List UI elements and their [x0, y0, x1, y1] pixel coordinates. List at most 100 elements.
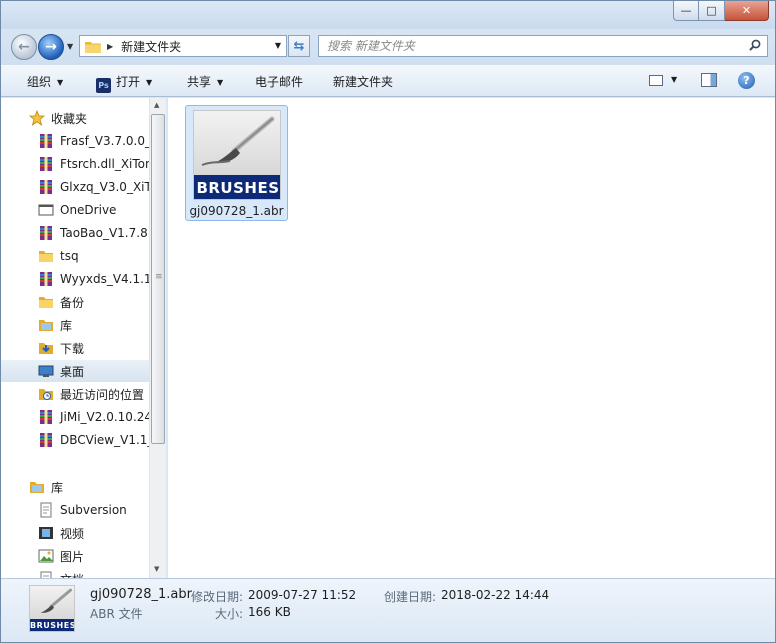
sidebar-item-12[interactable]: JiMi_V2.0.10.24_	[1, 406, 149, 428]
brushes-file-thumbnail: BRUSHES	[193, 110, 281, 200]
picture-icon	[38, 548, 54, 564]
sidebar-item-1[interactable]: Ftsrch.dll_XiTon	[1, 153, 149, 175]
address-bar[interactable]: ▶ 新建文件夹 ▼	[79, 35, 287, 57]
open-menu[interactable]: Ps 打开 ▼	[96, 73, 152, 93]
library-doc-icon	[38, 502, 54, 518]
folder-icon	[85, 41, 101, 53]
library-icon	[29, 479, 45, 495]
sidebar-item-2[interactable]: Glxzq_V3.0_XiTo	[1, 176, 149, 198]
window-controls: — □ ✕	[673, 1, 769, 21]
sidebar-item-label: 文档	[60, 571, 84, 579]
modified-date-value: 2009-07-27 11:52	[248, 588, 357, 602]
open-label: 打开	[116, 75, 141, 89]
new-folder-button[interactable]: 新建文件夹	[333, 73, 393, 90]
breadcrumb-current[interactable]: 新建文件夹	[121, 38, 181, 55]
photoshop-icon: Ps	[96, 78, 111, 93]
sidebar-item-4[interactable]: TaoBao_V1.7.8.	[1, 222, 149, 244]
sidebar-item-label: 备份	[60, 295, 85, 310]
sidebar-item-3[interactable]: OneDrive	[1, 199, 149, 221]
sidebar-item-label: OneDrive	[60, 203, 117, 217]
library-icon	[38, 317, 54, 333]
sidebar-item-label: Subversion	[60, 503, 127, 517]
window-icon	[38, 202, 54, 218]
share-menu[interactable]: 共享 ▼	[187, 73, 223, 90]
sidebar-item-9[interactable]: 下载	[1, 337, 149, 359]
sidebar-item-10[interactable]: 桌面	[1, 360, 149, 382]
minimize-button[interactable]: —	[673, 1, 699, 21]
recent-pages-dropdown-icon[interactable]: ▼	[67, 42, 73, 51]
sidebar-item-label: DBCView_V1.1_	[60, 433, 149, 447]
video-icon	[38, 525, 54, 541]
chevron-down-icon: ▼	[146, 78, 153, 87]
scroll-up-arrow-icon[interactable]: ▲	[154, 101, 159, 109]
thumbnail-banner-text: BRUSHES	[194, 175, 280, 199]
change-view-icon[interactable]	[649, 75, 663, 86]
sidebar-item-label: tsq	[60, 249, 79, 263]
sidebar-library-0[interactable]: Subversion	[1, 499, 149, 521]
file-name-label[interactable]: gj090728_1.abr	[186, 204, 287, 218]
sidebar-header-favorites[interactable]: 收藏夹	[1, 107, 149, 129]
modified-date-label: 修改日期:	[191, 590, 244, 604]
sidebar-item-label: 下载	[60, 341, 85, 356]
scroll-down-arrow-icon[interactable]: ▼	[154, 565, 159, 573]
recent-places-icon	[38, 386, 54, 402]
sidebar-item-7[interactable]: 备份	[1, 291, 149, 313]
folder-icon	[38, 294, 54, 310]
preview-pane-icon[interactable]	[701, 73, 717, 87]
sidebar-item-label: 库	[51, 480, 64, 495]
archive-icon	[38, 179, 54, 195]
archive-icon	[38, 271, 54, 287]
file-list[interactable]: BRUSHES gj090728_1.abr	[167, 98, 775, 578]
email-button[interactable]: 电子邮件	[255, 73, 303, 90]
sidebar-item-0[interactable]: Frasf_V3.7.0.0_X	[1, 130, 149, 152]
details-pane: BRUSHES gj090728_1.abr ABR 文件 修改日期: 2009…	[1, 578, 775, 642]
organize-menu[interactable]: 组织 ▼	[27, 73, 63, 90]
star-icon	[28, 109, 46, 126]
refresh-button[interactable]: ⇆	[288, 35, 310, 57]
scrollbar-thumb[interactable]: ≡	[151, 114, 165, 444]
desktop-icon	[38, 363, 54, 379]
search-box[interactable]	[318, 35, 768, 57]
search-icon[interactable]	[749, 39, 761, 51]
created-date-label: 创建日期:	[384, 590, 437, 604]
sidebar-item-label: TaoBao_V1.7.8.	[60, 226, 149, 240]
archive-icon	[38, 432, 54, 448]
size-label: 大小:	[215, 607, 244, 621]
maximize-button[interactable]: □	[699, 1, 725, 21]
navigation-pane: 收藏夹 Frasf_V3.7.0.0_X Ftsrch.dll_XiTon Glxzq…	[1, 98, 149, 578]
chevron-down-icon: ▼	[57, 78, 64, 87]
sidebar-item-label: 图片	[60, 549, 85, 564]
sidebar-item-label: 视频	[60, 526, 85, 541]
sidebar-item-label: Glxzq_V3.0_XiTo	[60, 180, 149, 194]
title-bar[interactable]: — □ ✕	[1, 1, 775, 29]
sidebar-header-libraries[interactable]: 库	[1, 476, 149, 498]
file-item[interactable]: BRUSHES gj090728_1.abr	[185, 105, 288, 221]
navigation-pane-scrollbar[interactable]: ▲ ≡ ▼	[149, 98, 166, 578]
breadcrumb-arrow-icon[interactable]: ▶	[107, 42, 113, 51]
sidebar-item-label: Frasf_V3.7.0.0_X	[60, 134, 149, 148]
size-value: 166 KB	[248, 605, 291, 619]
document-icon	[38, 571, 54, 578]
details-file-type: ABR 文件	[90, 607, 143, 621]
sidebar-item-8[interactable]: 库	[1, 314, 149, 336]
sidebar-library-2[interactable]: 图片	[1, 545, 149, 567]
address-history-dropdown-icon[interactable]: ▼	[275, 41, 281, 50]
sidebar-library-1[interactable]: 视频	[1, 522, 149, 544]
sidebar-item-5[interactable]: tsq	[1, 245, 149, 267]
sidebar-library-3[interactable]: 文档	[1, 568, 149, 578]
sidebar-item-13[interactable]: DBCView_V1.1_	[1, 429, 149, 451]
close-button[interactable]: ✕	[725, 1, 769, 21]
back-button[interactable]: ←	[11, 34, 37, 60]
help-icon[interactable]: ?	[738, 72, 755, 89]
search-input[interactable]	[319, 36, 729, 56]
sidebar-item-label: Wyyxds_V4.1.1.	[60, 272, 149, 286]
sidebar-item-6[interactable]: Wyyxds_V4.1.1.	[1, 268, 149, 290]
brush-icon	[194, 111, 280, 175]
grip-icon: ≡	[155, 272, 163, 282]
view-options-dropdown-icon[interactable]: ▼	[671, 75, 677, 84]
sidebar-item-label: 库	[60, 318, 73, 333]
download-folder-icon	[38, 340, 54, 356]
sidebar-item-label: 桌面	[60, 364, 85, 379]
forward-button[interactable]: →	[38, 34, 64, 60]
sidebar-item-11[interactable]: 最近访问的位置	[1, 383, 149, 405]
